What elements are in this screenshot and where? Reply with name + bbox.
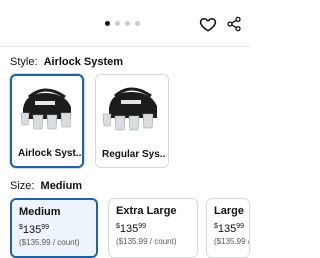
product-image	[15, 79, 79, 137]
style-option-airlock[interactable]: Airlock Syst...	[10, 74, 84, 168]
style-option-label: Regular Sys...	[102, 149, 166, 160]
unit-price: ($135.99 / count)	[214, 237, 250, 246]
carousel-dot[interactable]	[105, 21, 110, 26]
price-fraction: 99	[236, 223, 245, 230]
size-option-name: Large	[214, 205, 244, 217]
carousel-dots	[105, 21, 140, 26]
size-option-extra-large[interactable]: Extra Large $13599 ($135.99 / count)	[108, 198, 198, 258]
style-label: Style:	[10, 56, 38, 68]
carousel-dot[interactable]	[135, 21, 140, 26]
unit-price: ($135.99 / count)	[116, 237, 177, 246]
price-whole: 135	[217, 223, 237, 235]
style-option-regular[interactable]: Regular Sys...	[95, 74, 169, 168]
price: $13599	[214, 223, 249, 235]
size-option-large[interactable]: Large $13599 ($135.99 / count)	[206, 198, 250, 258]
carousel-dot[interactable]	[115, 21, 120, 26]
size-label-row: Size: Medium	[10, 180, 82, 192]
price-whole: 135	[119, 223, 139, 235]
price-fraction: 99	[41, 224, 50, 231]
size-option-name: Medium	[19, 206, 61, 218]
price-fraction: 99	[138, 223, 147, 230]
style-label-row: Style: Airlock System	[10, 56, 123, 68]
heart-icon[interactable]	[198, 14, 218, 34]
style-option-label: Airlock Syst...	[18, 148, 82, 159]
price-whole: 135	[22, 224, 42, 236]
divider	[0, 46, 250, 47]
top-bar	[0, 0, 250, 48]
price: $13599	[116, 223, 197, 235]
size-option-medium[interactable]: Medium $13599 ($135.99 / count)	[10, 198, 98, 258]
size-label: Size:	[10, 180, 35, 192]
size-selected-value: Medium	[40, 180, 83, 192]
style-selected-value: Airlock System	[43, 56, 124, 68]
size-option-name: Extra Large	[116, 205, 177, 217]
product-image	[99, 78, 163, 136]
carousel-dot[interactable]	[125, 21, 130, 26]
unit-price: ($135.99 / count)	[19, 238, 80, 247]
price: $13599	[19, 224, 96, 236]
share-icon[interactable]	[224, 14, 244, 34]
